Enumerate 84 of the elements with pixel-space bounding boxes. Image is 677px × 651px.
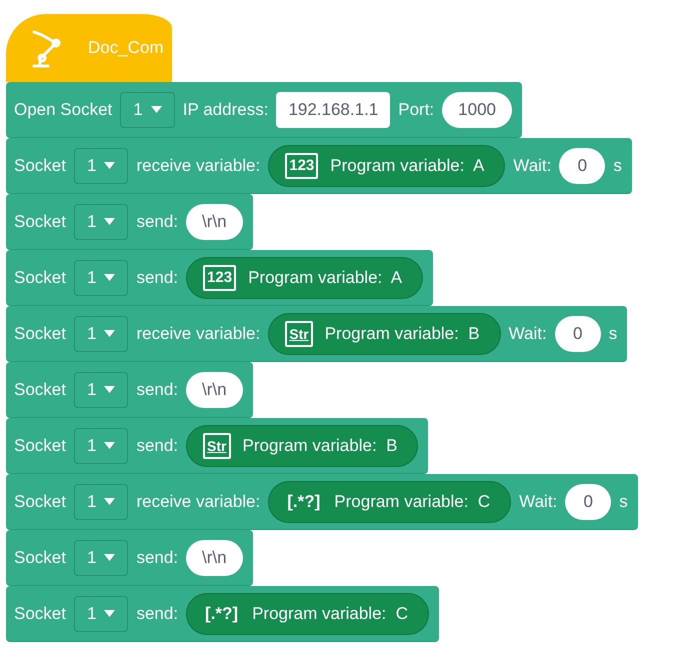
variable-name: Program variable: A xyxy=(248,266,402,289)
caret-icon xyxy=(104,162,116,169)
block-label: Wait: xyxy=(508,322,547,345)
code-block[interactable]: Open Socket 1 IP address: 192.168.1.1 Port: 1000 xyxy=(6,82,522,138)
block-label: s xyxy=(619,490,628,513)
hat-title: Doc_Com xyxy=(88,37,164,60)
variable-name: Program variable: C xyxy=(252,602,408,625)
block-label: receive variable: xyxy=(136,154,260,177)
block-label: Socket xyxy=(14,546,66,569)
caret-icon xyxy=(104,498,116,505)
wait-field[interactable]: 0 xyxy=(565,484,612,520)
block-label: Socket xyxy=(14,322,66,345)
block-label: send: xyxy=(136,210,178,233)
socket-dropdown[interactable]: 1 xyxy=(74,596,128,632)
socket-dropdown[interactable]: 1 xyxy=(120,92,175,128)
code-block[interactable]: Socket 1 receive variable: [.*?] Program variable: C Wait: 0 s xyxy=(6,474,638,530)
caret-icon xyxy=(104,218,116,225)
variable-type-icon: Str xyxy=(203,432,230,458)
block-label: Socket xyxy=(14,378,66,401)
wait-field[interactable]: 0 xyxy=(559,148,606,184)
caret-icon xyxy=(104,442,116,449)
variable-type-icon: [.*?] xyxy=(285,490,322,512)
block-label: send: xyxy=(136,378,178,401)
variable-reporter[interactable]: [.*?] Program variable: C xyxy=(186,592,429,634)
block-label: Socket xyxy=(14,434,66,457)
socket-dropdown[interactable]: 1 xyxy=(74,148,128,184)
block-label: Wait: xyxy=(519,490,558,513)
code-block[interactable]: Socket 1 receive variable: 123 Program variable: A Wait: 0 s xyxy=(6,138,632,194)
port-field[interactable]: 1000 xyxy=(442,92,512,128)
block-label: s xyxy=(608,322,618,345)
variable-reporter[interactable]: [.*?] Program variable: C xyxy=(268,480,512,522)
caret-icon xyxy=(104,386,116,393)
block-label: send: xyxy=(136,434,178,457)
caret-icon xyxy=(104,330,116,337)
code-block[interactable]: Socket 1 send: [.*?] Program variable: C xyxy=(6,586,439,642)
variable-name: Program variable: B xyxy=(324,322,480,345)
socket-dropdown[interactable]: 1 xyxy=(74,260,128,296)
text-field[interactable]: \r\n xyxy=(186,204,243,240)
block-label: send: xyxy=(136,546,178,569)
block-label: Socket xyxy=(14,490,66,513)
variable-reporter[interactable]: 123 Program variable: A xyxy=(186,256,424,298)
variable-reporter[interactable]: 123 Program variable: A xyxy=(268,144,506,186)
variable-name: Program variable: A xyxy=(330,154,484,177)
variable-name: Program variable: B xyxy=(242,434,398,457)
variable-name: Program variable: C xyxy=(334,490,490,513)
socket-dropdown[interactable]: 1 xyxy=(74,428,128,464)
block-label: IP address: xyxy=(182,98,268,121)
block-label: Port: xyxy=(398,98,434,121)
code-block[interactable]: Socket 1 send: Str Program variable: B xyxy=(6,418,428,474)
variable-type-icon: [.*?] xyxy=(203,602,240,624)
code-block[interactable]: Socket 1 send: 123 Program variable: A xyxy=(6,250,434,306)
wait-field[interactable]: 0 xyxy=(554,316,601,352)
code-block[interactable]: Socket 1 send: \r\n xyxy=(6,530,253,586)
block-label: send: xyxy=(136,266,178,289)
caret-icon xyxy=(104,274,116,281)
block-label: Socket xyxy=(14,210,66,233)
variable-reporter[interactable]: Str Program variable: B xyxy=(186,424,418,466)
code-block[interactable]: Socket 1 receive variable: Str Program variable: B Wait: 0 s xyxy=(6,306,628,362)
block-label: Open Socket xyxy=(14,98,112,121)
block-label: s xyxy=(613,154,622,177)
block-label: Socket xyxy=(14,266,66,289)
ip-address-field[interactable]: 192.168.1.1 xyxy=(276,92,390,128)
variable-reporter[interactable]: Str Program variable: B xyxy=(268,312,501,354)
block-label: Socket xyxy=(14,602,66,625)
code-block[interactable]: Socket 1 send: \r\n xyxy=(6,362,253,418)
text-field[interactable]: \r\n xyxy=(186,372,243,408)
block-label: receive variable: xyxy=(136,322,260,345)
block-label: receive variable: xyxy=(136,490,260,513)
variable-type-icon: Str xyxy=(285,320,313,346)
caret-icon xyxy=(104,554,116,561)
block-label: Socket xyxy=(14,154,66,177)
variable-type-icon: 123 xyxy=(203,264,236,290)
socket-dropdown[interactable]: 1 xyxy=(74,484,128,520)
caret-icon xyxy=(104,610,116,617)
caret-icon xyxy=(150,106,162,113)
variable-type-icon: 123 xyxy=(285,152,318,178)
socket-dropdown[interactable]: 1 xyxy=(74,316,128,352)
block-label: send: xyxy=(136,602,178,625)
code-block[interactable]: Socket 1 send: \r\n xyxy=(6,194,253,250)
block-label: Wait: xyxy=(513,154,552,177)
socket-dropdown[interactable]: 1 xyxy=(74,540,128,576)
text-field[interactable]: \r\n xyxy=(186,540,243,576)
socket-dropdown[interactable]: 1 xyxy=(74,204,128,240)
socket-dropdown[interactable]: 1 xyxy=(74,372,128,408)
